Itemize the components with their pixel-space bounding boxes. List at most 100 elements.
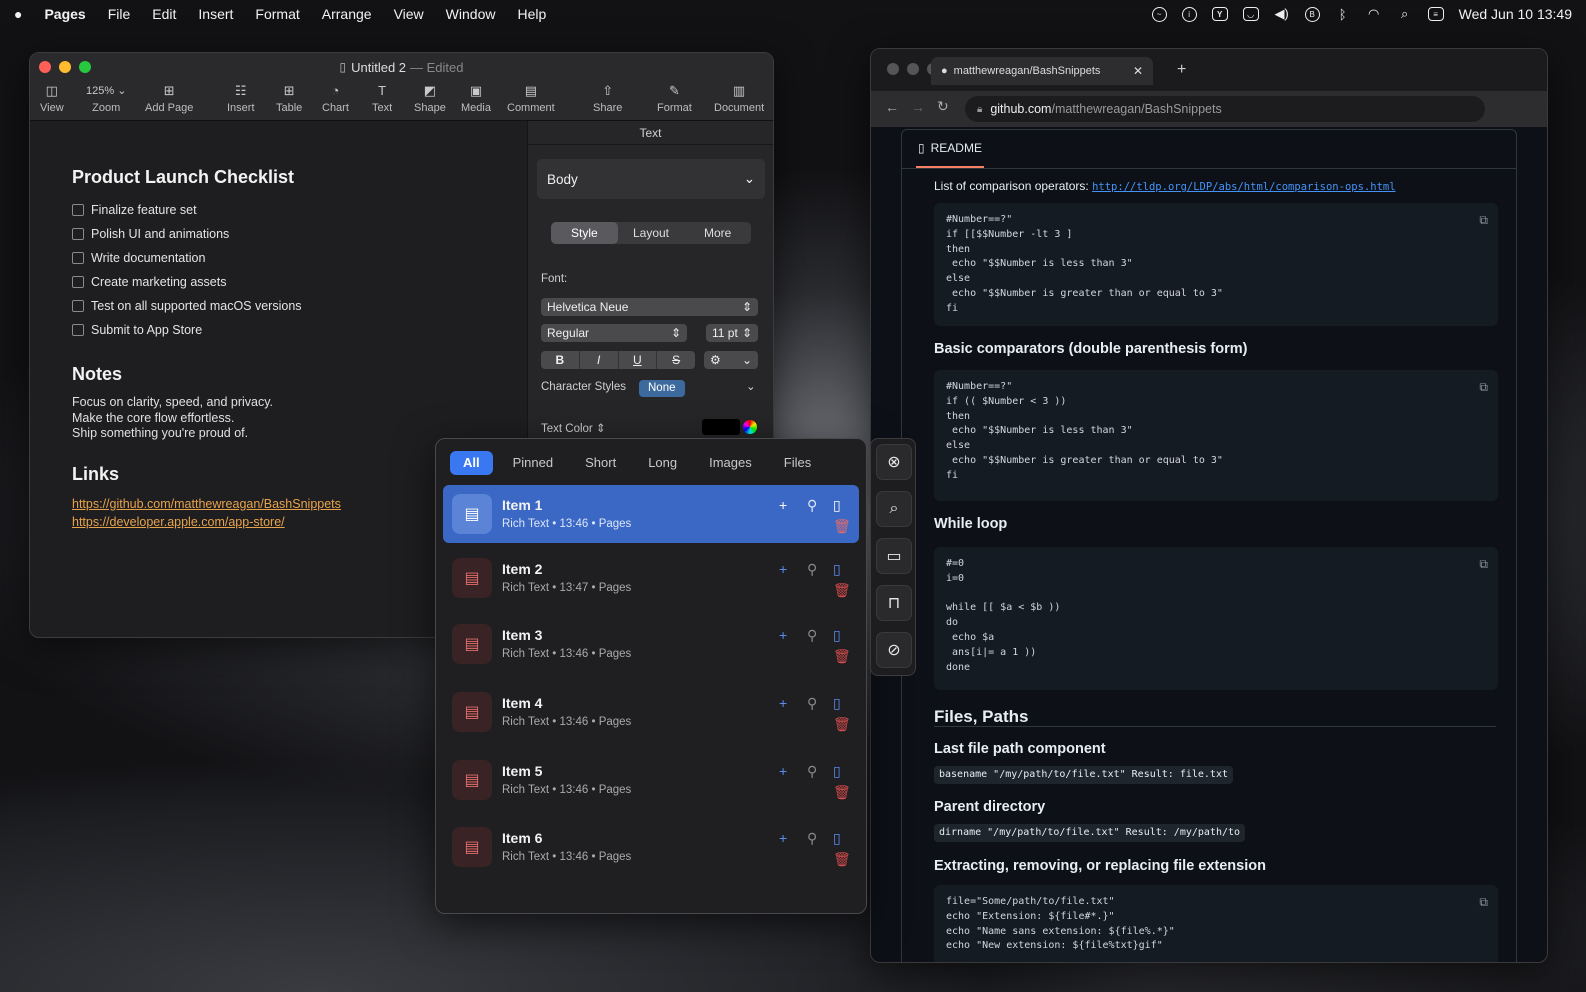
underline-button[interactable]: U (619, 351, 658, 369)
wifi-icon[interactable]: ◠ (1366, 6, 1382, 21)
clipboard-item[interactable]: ▤ Item 4 Rich Text • 13:46 • Pages + ⚲ ▯… (443, 683, 859, 741)
clipboard-copy-icon[interactable]: ▯ (833, 831, 841, 845)
menu-edit[interactable]: Edit (152, 6, 176, 22)
back-arrow-icon[interactable]: ← (885, 99, 899, 115)
search-icon[interactable]: ⌕ (876, 491, 912, 527)
tab-files[interactable]: Files (772, 451, 823, 475)
add-icon[interactable]: + (779, 628, 787, 642)
menu-insert[interactable]: Insert (198, 6, 233, 22)
close-window-button[interactable] (39, 61, 51, 73)
menu-view[interactable]: View (394, 6, 424, 22)
checklist-item[interactable]: Write documentation (72, 246, 527, 270)
clipboard-copy-icon[interactable]: ▯ (833, 764, 841, 778)
chart-button[interactable]: ◔ Chart (322, 83, 349, 114)
media-button[interactable]: ▣ Media (461, 83, 491, 114)
clipboard-copy-icon[interactable]: ▯ (833, 628, 841, 642)
hidden-eye-icon[interactable]: ⊘ (876, 632, 912, 668)
zoom-window-button[interactable] (79, 61, 91, 73)
pin-icon[interactable]: ⚲ (807, 696, 817, 710)
zoom-control[interactable]: 125% ⌄ Zoom (86, 83, 126, 114)
menu-help[interactable]: Help (517, 6, 546, 22)
clipboard-item[interactable]: ▤ Item 1 Rich Text • 13:46 • Pages + ⚲ ▯… (443, 485, 859, 543)
table-button[interactable]: ⊞ Table (276, 83, 302, 114)
checklist-item[interactable]: Finalize feature set (72, 198, 527, 222)
clipboard-item[interactable]: ▤ Item 6 Rich Text • 13:46 • Pages + ⚲ ▯… (443, 818, 859, 876)
text-color-label[interactable]: Text Color ⇕ (541, 421, 606, 435)
add-icon[interactable]: + (779, 764, 787, 778)
bluetooth-icon[interactable]: ᛒ (1335, 7, 1351, 22)
folder-icon[interactable]: ▭ (876, 538, 912, 574)
pin-icon[interactable]: ⚲ (807, 831, 817, 845)
reload-icon[interactable]: ↻ (937, 98, 949, 115)
font-family-popup[interactable]: Helvetica Neue ⇕ (541, 298, 758, 316)
forward-arrow-icon[interactable]: → (911, 99, 925, 115)
checklist-item[interactable]: Create marketing assets (72, 270, 527, 294)
control-center-icon[interactable]: ≡ (1427, 7, 1444, 21)
add-page-button[interactable]: ⊞ Add Page (145, 83, 193, 114)
tab-layout[interactable]: Layout (618, 222, 685, 244)
address-bar[interactable]: 🔒︎ github.com/matthewreagan/BashSnippets (965, 96, 1485, 122)
document-button[interactable]: ▥ Document (714, 83, 764, 114)
tab-pinned[interactable]: Pinned (501, 451, 565, 475)
clipboard-copy-icon[interactable]: ▯ (833, 562, 841, 576)
share-button[interactable]: ⇧ Share (593, 83, 622, 114)
clipboard-item[interactable]: ▤ Item 5 Rich Text • 13:46 • Pages + ⚲ ▯… (443, 751, 859, 809)
trash-icon[interactable]: 🗑︎ (833, 785, 851, 799)
font-size-stepper[interactable]: 11 pt ⇕ (706, 324, 758, 342)
minimize-window-button[interactable] (59, 61, 71, 73)
volume-icon[interactable]: ◀) (1274, 6, 1290, 21)
trash-icon[interactable]: 🗑︎ (833, 649, 851, 663)
info-icon[interactable]: i (1181, 6, 1197, 22)
menu-format[interactable]: Format (255, 6, 299, 22)
menu-arrange[interactable]: Arrange (322, 6, 372, 22)
close-window-button[interactable] (887, 63, 899, 75)
chevron-down-icon[interactable]: ⌄ (746, 379, 756, 393)
bold-button[interactable]: B (541, 351, 580, 369)
unlock-icon[interactable]: ⊓ (876, 585, 912, 621)
copy-icon[interactable]: ⧉ (1479, 895, 1488, 910)
copy-icon[interactable]: ⧉ (1479, 213, 1488, 228)
shape-button[interactable]: ◩ Shape (414, 83, 446, 114)
clipboard-copy-icon[interactable]: ▯ (833, 696, 841, 710)
messenger-icon[interactable]: ~ (1151, 6, 1167, 22)
clipboard-item[interactable]: ▤ Item 3 Rich Text • 13:46 • Pages + ⚲ ▯… (443, 615, 859, 673)
checkbox[interactable] (72, 324, 84, 336)
color-wheel-icon[interactable] (743, 420, 757, 434)
pin-icon[interactable]: ⚲ (807, 764, 817, 778)
tab-style[interactable]: Style (551, 222, 618, 244)
checkbox[interactable] (72, 204, 84, 216)
pin-icon[interactable]: ⚲ (807, 628, 817, 642)
paragraph-style-popup[interactable]: Body ⌄ (537, 159, 765, 199)
comment-button[interactable]: ▤ Comment (507, 83, 555, 114)
strikethrough-button[interactable]: S (657, 351, 695, 369)
readme-tab[interactable]: ▯ README (916, 130, 984, 168)
menu-clock[interactable]: Wed Jun 10 13:49 (1459, 6, 1572, 22)
text-color-swatch[interactable] (702, 419, 740, 435)
italic-button[interactable]: I (580, 351, 619, 369)
y-icon[interactable]: Y (1211, 7, 1228, 21)
trash-icon[interactable]: 🗑︎ (833, 519, 851, 533)
tab-all[interactable]: All (450, 451, 493, 475)
view-button[interactable]: ◫ View (40, 83, 64, 114)
menu-file[interactable]: File (108, 6, 131, 22)
checklist-item[interactable]: Submit to App Store (72, 318, 527, 342)
checkbox[interactable] (72, 300, 84, 312)
tab-images[interactable]: Images (697, 451, 764, 475)
inspector-header[interactable]: Text (528, 121, 773, 145)
font-weight-popup[interactable]: Regular ⇕ (541, 324, 687, 342)
apple-menu-icon[interactable]: ● (14, 6, 22, 22)
checkbox[interactable] (72, 252, 84, 264)
new-tab-button[interactable]: + (1177, 61, 1186, 79)
close-circle-icon[interactable]: ⊗ (876, 444, 912, 480)
tab-long[interactable]: Long (636, 451, 689, 475)
pin-icon[interactable]: ⚲ (807, 498, 817, 512)
tab-more[interactable]: More (684, 222, 751, 244)
b-icon[interactable]: B (1304, 6, 1320, 22)
copy-icon[interactable]: ⧉ (1479, 557, 1488, 572)
checkbox[interactable] (72, 228, 84, 240)
copy-icon[interactable]: ⧉ (1479, 380, 1488, 395)
search-icon[interactable]: ⌕ (1397, 6, 1413, 21)
checklist-item[interactable]: Polish UI and animations (72, 222, 527, 246)
pin-icon[interactable]: ⚲ (807, 562, 817, 576)
trash-icon[interactable]: 🗑︎ (833, 583, 851, 597)
